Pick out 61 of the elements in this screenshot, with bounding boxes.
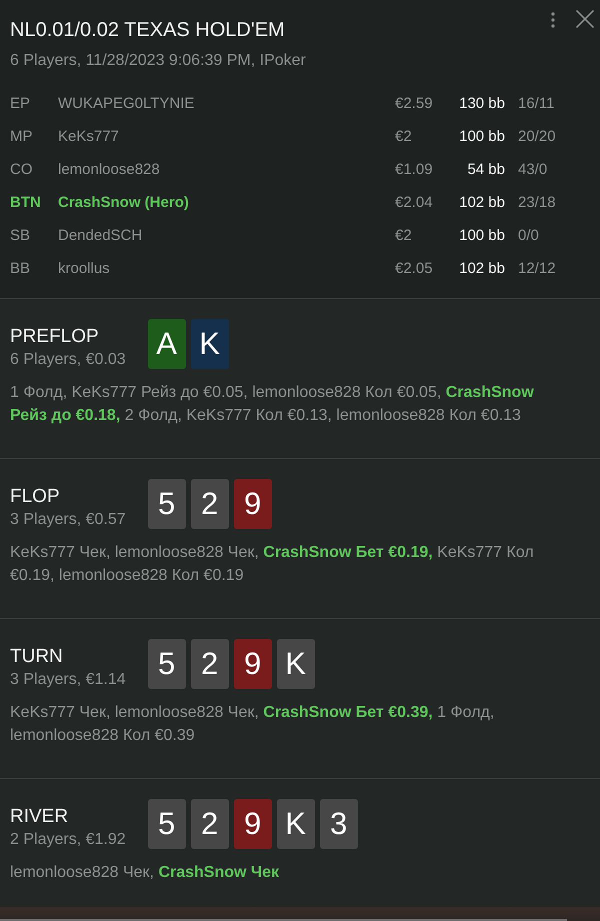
- player-name: WUKAPEG0LTYNIE: [58, 95, 196, 112]
- stack-amount: €2.04: [395, 194, 434, 211]
- player-name: KeKs777: [58, 128, 120, 145]
- big-blinds-amount: 100 bb: [459, 227, 505, 244]
- position-label: EP: [10, 95, 32, 112]
- stack-amount: €2.59: [395, 95, 434, 112]
- player-stats: 16/11: [517, 95, 556, 112]
- action-log: KeKs777 Чек, lemonloose828 Чек, CrashSnow Бет €0.19, KeKs777 Кол €0.19, lemonloose828 Кол €0.19: [10, 543, 535, 586]
- playing-card: A: [148, 319, 186, 369]
- player-stats: 43/0: [517, 161, 548, 178]
- playing-card: 3: [320, 799, 358, 849]
- playing-card: 9: [234, 799, 272, 849]
- window-title: NL0.01/0.02 TEXAS HOLD'EM: [10, 18, 286, 42]
- stack-amount: €1.09: [395, 161, 434, 178]
- position-label: MP: [10, 128, 34, 145]
- big-blinds-amount: 102 bb: [459, 194, 505, 211]
- player-stats: 23/18: [517, 194, 557, 211]
- position-label: SB: [10, 227, 32, 244]
- position-label: BB: [10, 260, 32, 277]
- player-name: DendedSCH: [58, 227, 144, 244]
- scrollbar[interactable]: [0, 919, 567, 921]
- playing-card: 9: [234, 639, 272, 689]
- street-summary: 2 Players, €1.92: [10, 830, 126, 850]
- playing-card: 5: [148, 799, 186, 849]
- player-stats: 12/12: [517, 260, 557, 277]
- action-log: 1 Фолд, KeKs777 Рейз до €0.05, lemonloose828 Кол €0.05, CrashSnow Рейз до €0.18, 2 Фолд, KeKs777 Кол €0.13, lemonloose828 Кол €0.13: [10, 383, 535, 426]
- stack-amount: €2.05: [395, 260, 434, 277]
- close-icon[interactable]: [576, 10, 594, 28]
- big-blinds-amount: 100 bb: [459, 128, 505, 145]
- playing-card: 5: [148, 639, 186, 689]
- big-blinds-amount: 130 bb: [459, 95, 505, 112]
- playing-card: 9: [234, 479, 272, 529]
- playing-card: 2: [190, 639, 229, 689]
- more-options-icon[interactable]: [551, 12, 555, 28]
- player-stats: 0/0: [517, 227, 540, 244]
- street-name: FLOP: [10, 485, 60, 509]
- player-name: kroollus: [58, 260, 111, 277]
- street-summary: 3 Players, €0.57: [10, 510, 126, 530]
- position-label: BTN: [10, 194, 42, 211]
- playing-card: K: [276, 639, 315, 689]
- stack-amount: €2: [395, 128, 413, 145]
- street-name: PREFLOP: [10, 325, 99, 349]
- playing-card: 5: [148, 479, 186, 529]
- street-name: TURN: [10, 645, 63, 669]
- street-summary: 6 Players, €0.03: [10, 350, 126, 370]
- playing-card: 2: [190, 479, 229, 529]
- playing-card: K: [190, 319, 229, 369]
- playing-card: K: [276, 799, 315, 849]
- player-stats: 20/20: [517, 128, 557, 145]
- big-blinds-amount: 54 bb: [467, 161, 505, 178]
- action-log: KeKs777 Чек, lemonloose828 Чек, CrashSnow Бет €0.39, 1 Фолд, lemonloose828 Кол €0.39: [10, 703, 496, 746]
- hand-info: 6 Players, 11/28/2023 9:06:39 PM, IPoker: [10, 51, 307, 71]
- position-label: CO: [10, 161, 34, 178]
- street-name: RIVER: [10, 805, 68, 829]
- player-name: lemonloose828: [58, 161, 161, 178]
- street-summary: 3 Players, €1.14: [10, 670, 126, 690]
- big-blinds-amount: 102 bb: [459, 260, 505, 277]
- stack-amount: €2: [395, 227, 413, 244]
- action-log: lemonloose828 Чек, CrashSnow Чек: [10, 863, 280, 883]
- player-name: CrashSnow (Hero): [58, 194, 190, 211]
- playing-card: 2: [190, 799, 229, 849]
